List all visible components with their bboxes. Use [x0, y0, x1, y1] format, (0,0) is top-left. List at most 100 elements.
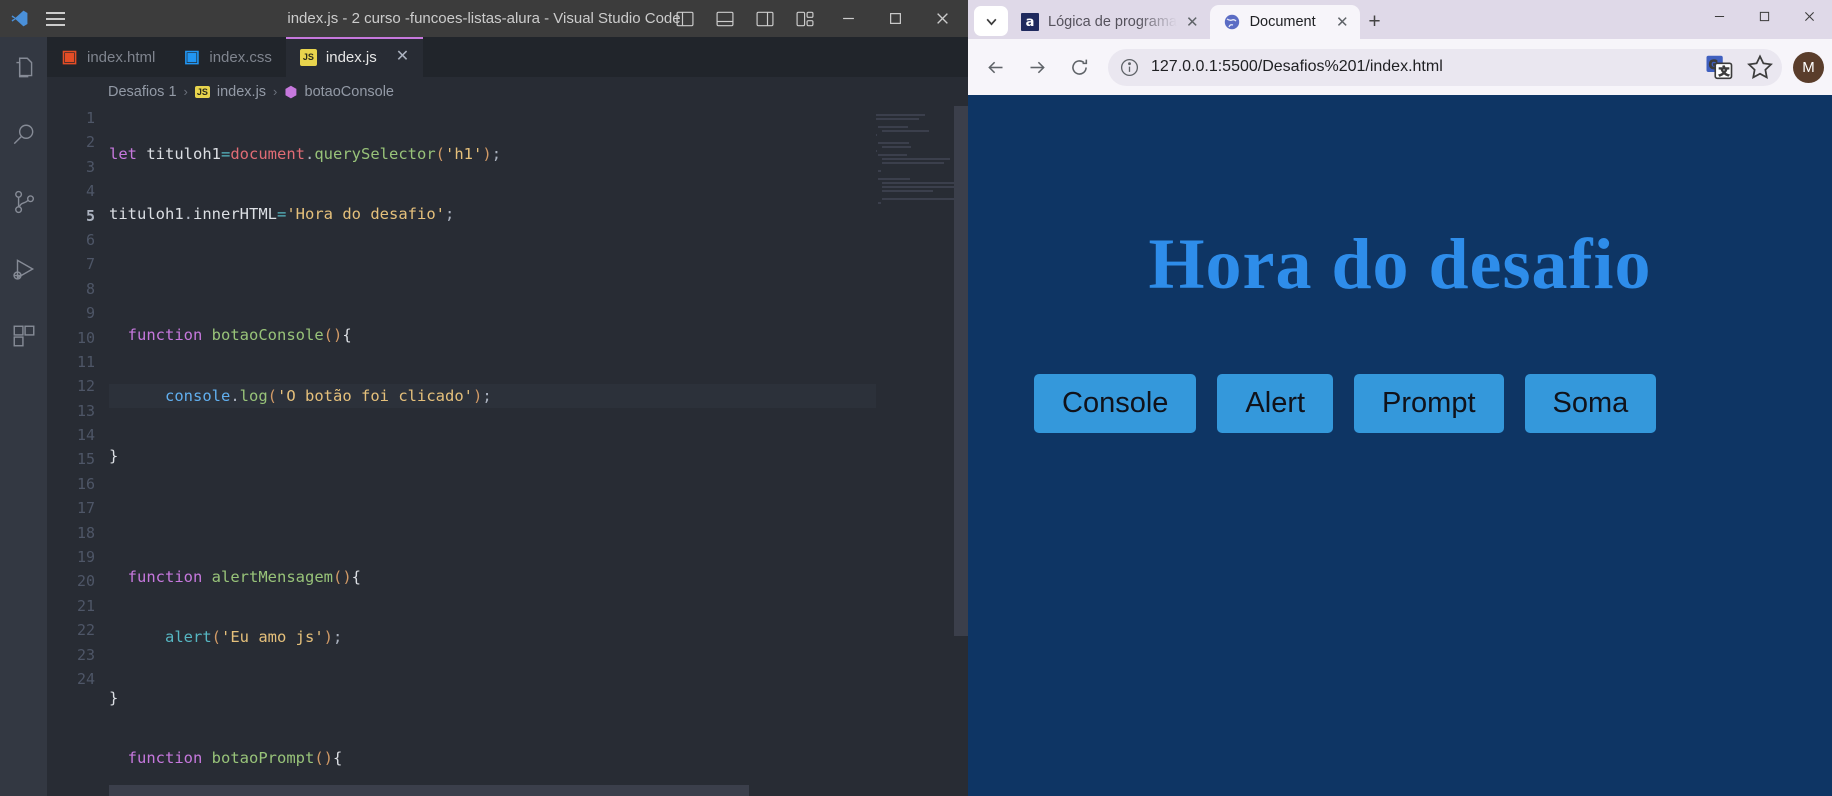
line-number: 18	[76, 523, 95, 542]
browser-tabstrip: a Lógica de programa ✕ Document ✕ +	[968, 0, 1832, 39]
line-number: 11	[76, 352, 95, 371]
minimap-line	[882, 130, 930, 132]
code-content[interactable]: let tituloh1=document.querySelector('h1'…	[109, 106, 968, 796]
close-icon[interactable]: ✕	[396, 49, 409, 65]
star-icon[interactable]	[1745, 52, 1775, 82]
console-button[interactable]: Console	[1034, 374, 1197, 433]
titlebar-right-group	[665, 0, 968, 37]
arrow-right-icon[interactable]	[1018, 48, 1057, 87]
extensions-icon[interactable]	[0, 315, 47, 357]
minimap-line	[876, 150, 878, 152]
tab-title: Document	[1249, 14, 1316, 30]
code-line: }	[109, 446, 119, 465]
chevron-down-icon[interactable]	[974, 6, 1008, 36]
vscode-window: index.js - 2 curso -funcoes-listas-alura…	[0, 0, 968, 796]
vertical-scrollbar[interactable]	[954, 106, 968, 796]
line-number: 20	[76, 572, 95, 591]
css3-icon: ▣	[183, 47, 200, 66]
minimap-line	[876, 114, 926, 116]
breadcrumb-folder[interactable]: Desafios 1	[108, 84, 177, 100]
js-icon: JS	[299, 48, 317, 66]
code-line: function botaoConsole(){	[127, 326, 352, 345]
tab-label: index.js	[325, 48, 377, 66]
minimap-line	[882, 146, 911, 148]
search-icon[interactable]	[0, 114, 47, 156]
address-bar[interactable]: 127.0.0.1:5500/Desafios%201/index.html G…	[1108, 48, 1782, 86]
line-number: 15	[76, 450, 95, 469]
avatar-icon[interactable]: M	[1793, 51, 1824, 83]
breadcrumb-symbol[interactable]: botaoConsole	[305, 84, 395, 100]
browser-window-controls	[1697, 0, 1832, 32]
customize-layout-icon[interactable]	[785, 0, 825, 37]
info-circle-icon[interactable]	[1119, 57, 1140, 78]
layout-panel-bottom-icon[interactable]	[705, 0, 745, 37]
line-number: 21	[76, 596, 95, 615]
tab-label: index.html	[87, 48, 156, 66]
url-text[interactable]: 127.0.0.1:5500/Desafios%201/index.html	[1151, 58, 1693, 76]
scrollbar-thumb[interactable]	[109, 785, 749, 796]
html5-icon: ▣	[61, 47, 78, 66]
tab-index-js[interactable]: JS index.js ✕	[285, 37, 424, 77]
layout-panel-left-icon[interactable]	[665, 0, 705, 37]
scrollbar-thumb[interactable]	[954, 106, 968, 636]
line-number: 24	[76, 669, 95, 688]
minimap-line	[876, 134, 878, 136]
tab-index-html[interactable]: ▣ index.html	[47, 37, 170, 77]
line-number: 2	[85, 133, 95, 152]
maximize-button[interactable]	[872, 0, 919, 37]
line-number: 9	[85, 304, 95, 323]
breadcrumb-file[interactable]: index.js	[217, 84, 266, 100]
arrow-left-icon[interactable]	[976, 48, 1015, 87]
breadcrumb-separator: ›	[183, 84, 188, 99]
minimap-line	[878, 142, 910, 144]
line-number: 7	[85, 255, 95, 274]
line-number: 4	[85, 182, 95, 201]
vscode-body: ▣ index.html ▣ index.css JS index.js ✕ D…	[0, 37, 968, 796]
layout-panel-right-icon[interactable]	[745, 0, 785, 37]
minimize-button[interactable]	[1697, 0, 1742, 32]
maximize-button[interactable]	[1742, 0, 1787, 32]
minimap[interactable]	[876, 106, 956, 796]
line-number: 16	[76, 474, 95, 493]
prompt-button[interactable]: Prompt	[1354, 374, 1504, 433]
close-button[interactable]	[1787, 0, 1832, 32]
browser-tab-document[interactable]: Document ✕	[1209, 5, 1360, 39]
minimap-line	[882, 162, 945, 164]
reload-icon[interactable]	[1060, 48, 1099, 87]
horizontal-scrollbar[interactable]	[109, 785, 876, 796]
svg-text:文: 文	[1719, 65, 1729, 78]
code-line: }	[109, 688, 119, 707]
minimap-line	[882, 158, 950, 160]
minimap-line	[882, 198, 956, 200]
tab-index-css[interactable]: ▣ index.css	[169, 37, 286, 77]
source-control-icon[interactable]	[0, 181, 47, 223]
close-icon[interactable]: ✕	[1186, 15, 1199, 30]
line-number: 5	[85, 206, 95, 225]
close-icon[interactable]: ✕	[1336, 15, 1349, 30]
alert-button[interactable]: Alert	[1217, 374, 1334, 433]
soma-button[interactable]: Soma	[1524, 374, 1657, 433]
minimap-line	[878, 154, 907, 156]
code-line: console.log('O botão foi clicado');	[109, 383, 968, 408]
alura-icon: a	[1021, 13, 1039, 31]
editor-group: ▣ index.html ▣ index.css JS index.js ✕ D…	[47, 37, 968, 796]
js-icon: JS	[194, 85, 210, 98]
code-line: tituloh1.innerHTML='Hora do desafio';	[109, 205, 455, 224]
code-line: function alertMensagem(){	[127, 567, 362, 586]
page-title: Hora do desafio	[1148, 224, 1652, 304]
new-tab-button[interactable]: +	[1360, 7, 1390, 37]
code-line: function botaoPrompt(){	[127, 748, 343, 767]
line-number: 8	[85, 279, 95, 298]
code-editor[interactable]: 1 2 3 4 5 6 7 8 9 10 11 12 13 14 15 16 17 18 19 20 21 22 23 24 …	[47, 106, 968, 796]
translate-icon[interactable]: G文	[1704, 52, 1734, 82]
tab-label: index.css	[209, 48, 272, 66]
browser-tab-logica[interactable]: a Lógica de programa ✕	[1008, 5, 1210, 39]
minimap-line	[878, 126, 908, 128]
minimap-line	[878, 202, 882, 204]
menu-icon[interactable]	[38, 0, 72, 37]
files-icon[interactable]	[0, 47, 47, 89]
close-button[interactable]	[919, 0, 966, 37]
screen-root: index.js - 2 curso -funcoes-listas-alura…	[0, 0, 1832, 796]
run-debug-icon[interactable]	[0, 248, 47, 290]
minimize-button[interactable]	[825, 0, 872, 37]
